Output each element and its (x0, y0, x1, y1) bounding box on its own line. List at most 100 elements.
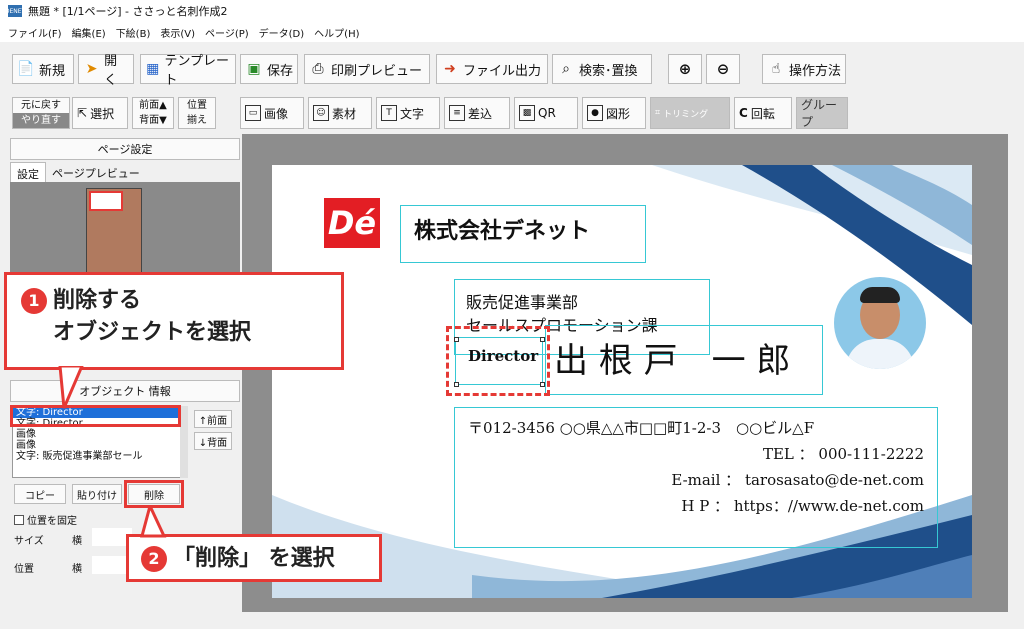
material-label: 素材 (332, 106, 357, 121)
text-button[interactable]: T 文字 (376, 97, 440, 129)
select-label: 選択 (90, 106, 115, 121)
trimming-button[interactable]: ⌗ トリミング (650, 97, 730, 129)
menu-bar: ファイル(F) 編集(E) 下絵(B) 表示(V) ページ(P) データ(D) … (0, 22, 1024, 42)
qr-button[interactable]: ▩ QR (514, 97, 578, 129)
resize-handle[interactable] (540, 337, 545, 342)
undo-button[interactable]: 元に戻す (13, 98, 69, 113)
template-label: テンプレート (164, 54, 230, 88)
menu-background[interactable]: 下絵(B) (116, 25, 151, 40)
align-position-label: 位置 (187, 100, 207, 111)
size-horizontal-label: 横 (72, 536, 82, 547)
qr-label: QR (538, 106, 556, 120)
object-info-button[interactable]: オブジェクト 情報 (10, 380, 240, 402)
search-replace-button[interactable]: ⌕ 検索･置換 (552, 54, 652, 84)
zoom-out-button[interactable]: ⊖ (706, 54, 740, 84)
tel-text: TEL ： 000-111-2222 (762, 445, 924, 463)
text-icon: T (381, 105, 397, 121)
menu-edit[interactable]: 編集(E) (72, 25, 106, 40)
merge-button[interactable]: ≡ 差込 (444, 97, 510, 129)
lock-position-checkbox[interactable]: 位置を固定 (14, 512, 77, 527)
rotate-button[interactable]: C 回転 (734, 97, 792, 129)
menu-file[interactable]: ファイル(F) (8, 25, 62, 40)
step1-line2: オブジェクトを選択 (53, 320, 252, 345)
rotate-label: 回転 (750, 106, 775, 121)
list-item[interactable]: 画像 (13, 440, 186, 451)
material-button[interactable]: ☺ 素材 (308, 97, 372, 129)
bring-front-button[interactable]: 前面▲ (133, 98, 173, 113)
select-button[interactable]: ⇱ 選択 (72, 97, 128, 129)
save-button[interactable]: ▣ 保存 (240, 54, 298, 84)
menu-help[interactable]: ヘルプ(H) (314, 25, 359, 40)
rotate-icon: C (739, 106, 748, 120)
paste-button[interactable]: 貼り付け (72, 484, 122, 504)
file-output-button[interactable]: ➜ ファイル出力 (436, 54, 548, 84)
copy-button[interactable]: コピー (14, 484, 66, 504)
app-icon-label: DENET (4, 7, 26, 15)
group-label: グループ (801, 98, 838, 129)
shape-icon: ● (587, 105, 603, 121)
resize-handle[interactable] (540, 382, 545, 387)
search-replace-label: 検索･置換 (579, 63, 638, 79)
object-list-scrollbar[interactable] (180, 406, 188, 478)
shape-label: 図形 (606, 106, 631, 121)
printer-icon: ⎙ (312, 61, 324, 77)
email-text: E-mail ： tarosasato@de-net.com (671, 471, 924, 489)
zoom-in-icon: ⊕ (678, 60, 692, 78)
send-back-button[interactable]: 背面▼ (133, 113, 173, 128)
redo-button[interactable]: やり直す (13, 113, 69, 128)
hp-text: H P ： https：//www.de-net.com (681, 497, 924, 515)
panel-tabs: 設定 ページプレビュー (10, 162, 146, 182)
tab-settings[interactable]: 設定 (10, 162, 46, 182)
bring-front-side-button[interactable]: ↑前面 (194, 410, 232, 428)
list-item[interactable]: 画像 (13, 429, 186, 440)
merge-doc-icon: ≡ (449, 105, 465, 121)
new-button[interactable]: 📄 新規 (12, 54, 74, 84)
title-bar: DENET 無題 * [1/1ページ] - ささっと名刺作成2 (0, 0, 1024, 22)
template-icon: ▦ (146, 61, 160, 77)
size-label: サイズ (14, 536, 44, 547)
shape-button[interactable]: ● 図形 (582, 97, 646, 129)
menu-page[interactable]: ページ(P) (205, 25, 249, 40)
department-text: 販売促進事業部 (466, 293, 579, 312)
menu-view[interactable]: 表示(V) (160, 25, 195, 40)
page-settings-button[interactable]: ページ設定 (10, 138, 240, 160)
step2-text: 「削除」 を選択 (173, 546, 335, 571)
open-folder-icon: ➤ (85, 61, 98, 77)
print-preview-button[interactable]: ⎙ 印刷プレビュー (304, 54, 430, 84)
zoom-in-button[interactable]: ⊕ (668, 54, 702, 84)
group-button[interactable]: グループ (796, 97, 848, 129)
text-label: 文字 (400, 106, 425, 121)
file-output-label: ファイル出力 (463, 63, 542, 79)
tab-page-preview[interactable]: ページプレビュー (46, 162, 146, 182)
checkbox-box (14, 514, 24, 525)
profile-photo[interactable] (834, 277, 926, 369)
page-preview-thumbnail[interactable] (86, 188, 142, 278)
order-group: 前面▲ 背面▼ (132, 97, 174, 129)
vertical-scrollbar[interactable] (1008, 134, 1024, 612)
company-name: 株式会社デネット (414, 219, 591, 244)
open-label: 開く (104, 54, 118, 88)
resize-handle[interactable] (454, 337, 459, 342)
qr-icon: ▩ (519, 105, 535, 121)
list-item[interactable]: 文字: 販売促進事業部セール (13, 451, 186, 462)
image-icon: ▭ (245, 105, 261, 121)
position-label: 位置 (14, 564, 34, 575)
help-button[interactable]: ☝ 操作方法 (762, 54, 846, 84)
undo-redo-group: 元に戻す やり直す (12, 97, 70, 129)
image-label: 画像 (264, 106, 289, 121)
send-back-side-button[interactable]: ↓背面 (194, 432, 232, 450)
merge-label: 差込 (468, 106, 493, 121)
position-horizontal-label: 横 (72, 564, 82, 575)
template-button[interactable]: ▦ テンプレート (140, 54, 236, 88)
print-preview-label: 印刷プレビュー (331, 63, 423, 79)
resize-handle[interactable] (454, 382, 459, 387)
align-button[interactable]: 位置 揃え (178, 97, 216, 129)
horizontal-scrollbar[interactable] (242, 612, 1008, 629)
delete-button-highlight (124, 480, 184, 508)
image-button[interactable]: ▭ 画像 (240, 97, 304, 129)
window-title: 無題 * [1/1ページ] - ささっと名刺作成2 (28, 5, 228, 18)
step2-pointer (140, 506, 167, 538)
help-label: 操作方法 (789, 63, 842, 79)
menu-data[interactable]: データ(D) (259, 25, 305, 40)
open-button[interactable]: ➤ 開く (78, 54, 134, 88)
